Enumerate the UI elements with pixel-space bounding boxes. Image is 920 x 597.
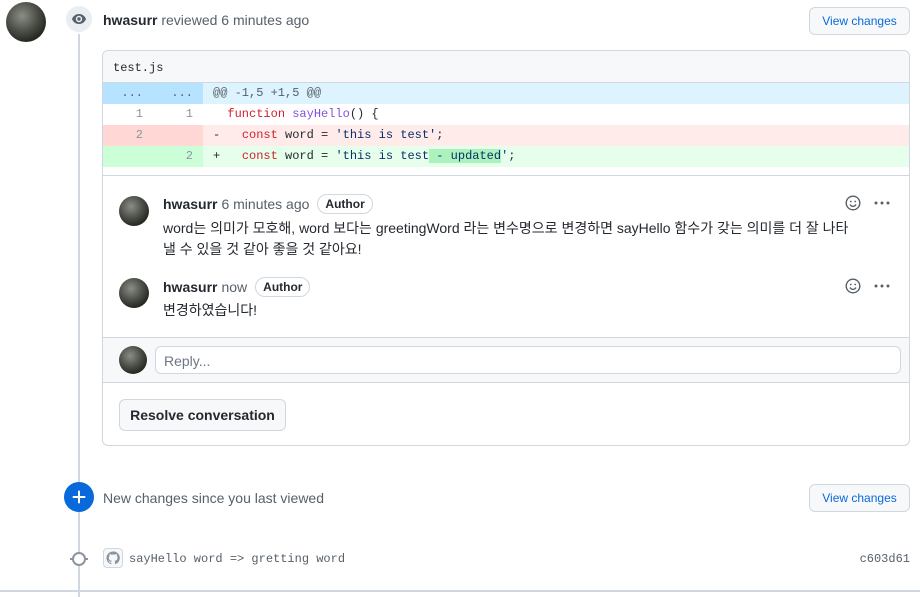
reply-input[interactable]: Reply...: [155, 346, 901, 374]
comment-body-line: 낼 수 있을 것 같아 좋을 것 같아요!: [163, 241, 362, 257]
file-name[interactable]: test.js: [103, 51, 909, 83]
diff-code: function sayHello() {: [227, 107, 379, 121]
comment-body-line: word는 의미가 모호해, word 보다는 greetingWord 라는 …: [163, 220, 849, 236]
kebab-horizontal-icon[interactable]: [873, 195, 891, 211]
expand-up-button[interactable]: ...: [103, 83, 143, 104]
new-changes-text: New changes since you last viewed: [103, 490, 325, 506]
plus-icon: [64, 482, 94, 512]
diff-line-added: 2 + const word = 'this is test - updated…: [103, 146, 909, 167]
hunk-header: @@ -1,5 +1,5 @@: [213, 86, 322, 100]
github-mark-icon[interactable]: [103, 548, 123, 568]
comment-thread: hwasurr 6 minutes ago Author word는 의미가 모…: [103, 175, 909, 431]
expand-down-button[interactable]: ...: [153, 83, 193, 104]
comment-body: 변경하였습니다!: [163, 300, 893, 321]
commit-icon: [72, 552, 86, 566]
view-changes-button[interactable]: View changes: [809, 7, 910, 35]
comment-header: hwasurr 6 minutes ago Author: [163, 194, 373, 214]
smiley-icon[interactable]: [845, 278, 861, 294]
author-badge: Author: [317, 194, 373, 214]
review-author[interactable]: hwasurr: [103, 12, 157, 28]
avatar[interactable]: [119, 278, 149, 308]
comment-body-line: 변경하였습니다!: [163, 302, 258, 318]
comment-time[interactable]: now: [221, 279, 247, 295]
old-line-number[interactable]: 1: [103, 104, 143, 125]
author-badge: Author: [255, 277, 311, 297]
smiley-icon[interactable]: [845, 195, 861, 211]
eye-icon: [64, 4, 94, 34]
resolve-conversation-button[interactable]: Resolve conversation: [119, 399, 286, 431]
avatar[interactable]: [119, 196, 149, 226]
new-line-number[interactable]: 1: [153, 104, 193, 125]
view-changes-button[interactable]: View changes: [809, 484, 910, 512]
comment-author[interactable]: hwasurr: [163, 196, 217, 212]
new-line-number[interactable]: 2: [153, 146, 193, 167]
commit-sha[interactable]: c603d61: [860, 552, 910, 566]
comment-actions: [845, 278, 891, 294]
avatar[interactable]: [119, 346, 147, 374]
diff-line-context: 1 1 function sayHello() {: [103, 104, 909, 125]
review-header: hwasurr reviewed 6 minutes ago: [103, 12, 309, 28]
diff-hunk-row: ... ... @@ -1,5 +1,5 @@: [103, 83, 909, 104]
diff-code: + const word = 'this is test - updated';: [213, 149, 516, 163]
diff-line-deleted: 2 - const word = 'this is test';: [103, 125, 909, 146]
avatar[interactable]: [6, 2, 46, 42]
reply-bar: Reply...: [103, 337, 909, 383]
comment-time[interactable]: 6 minutes ago: [221, 196, 309, 212]
old-line-number[interactable]: 2: [103, 125, 143, 146]
comment-body: word는 의미가 모호해, word 보다는 greetingWord 라는 …: [163, 218, 893, 260]
review-action-text: reviewed 6 minutes ago: [161, 12, 310, 28]
divider: [0, 590, 920, 592]
comment-header: hwasurr now Author: [163, 277, 311, 297]
comment-author[interactable]: hwasurr: [163, 279, 217, 295]
review-thread-card: test.js ... ... @@ -1,5 +1,5 @@ 1 1 func…: [102, 50, 910, 446]
comment-actions: [845, 195, 891, 211]
commit-message[interactable]: sayHello word => gretting word: [129, 552, 345, 566]
diff-code: - const word = 'this is test';: [213, 128, 444, 142]
kebab-horizontal-icon[interactable]: [873, 278, 891, 294]
